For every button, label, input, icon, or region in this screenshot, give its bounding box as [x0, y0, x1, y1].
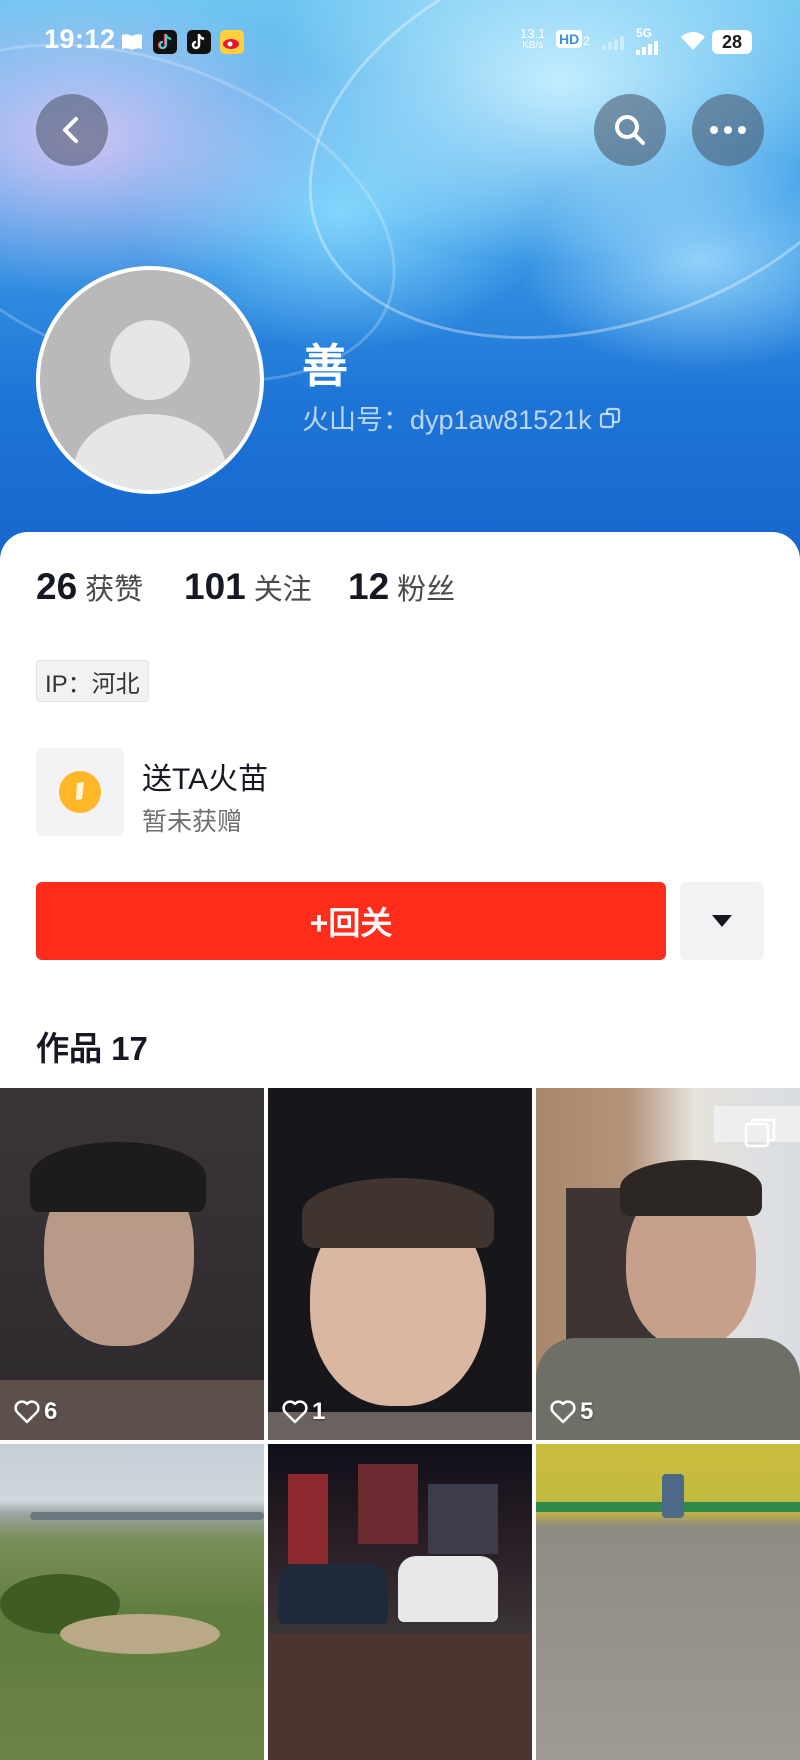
- heart-icon: [550, 1400, 576, 1424]
- weibo-icon: [220, 30, 244, 54]
- profile-name: 善: [302, 340, 348, 392]
- avatar-head: [110, 320, 190, 400]
- network-speed: 13.1 KB/s: [520, 26, 546, 51]
- tiktok-icon: [153, 30, 177, 54]
- caret-down-icon: [712, 915, 732, 927]
- fire-gift-button[interactable]: [36, 748, 124, 836]
- video-thumbnail[interactable]: 6: [0, 1088, 264, 1440]
- video-thumbnail[interactable]: [268, 1444, 532, 1760]
- works-section-title: 作品 17: [36, 1030, 148, 1067]
- like-count-value: 6: [44, 1398, 58, 1425]
- thumbnail-building: [428, 1484, 498, 1554]
- fire-gift-title[interactable]: 送TA火苗: [142, 754, 268, 798]
- signal-icon-dim: [602, 36, 624, 50]
- search-button[interactable]: [594, 94, 666, 166]
- video-thumbnail[interactable]: [0, 1444, 264, 1760]
- back-button[interactable]: [36, 94, 108, 166]
- thumbnail-sand: [60, 1614, 220, 1654]
- thumbnail-car: [398, 1556, 498, 1622]
- stat-value: 26: [36, 566, 78, 607]
- ip-location-badge: IP：河北: [36, 660, 149, 702]
- follow-dropdown-button[interactable]: [680, 882, 764, 960]
- stat-following[interactable]: 101 关注: [184, 566, 312, 608]
- like-count-value: 1: [312, 1398, 326, 1425]
- video-thumbnail[interactable]: 5: [536, 1088, 800, 1440]
- like-count: 5: [550, 1398, 593, 1426]
- tiktok-icon: [187, 30, 211, 54]
- thumbnail-bottle: [662, 1474, 684, 1518]
- avatar-body: [74, 414, 226, 490]
- stat-value: 12: [348, 566, 390, 607]
- fire-icon: [59, 771, 101, 813]
- search-icon: [615, 115, 645, 145]
- thumbnail-distant-shore: [30, 1512, 264, 1520]
- like-count: 1: [282, 1398, 325, 1426]
- status-time: 19:12: [44, 24, 116, 54]
- stat-likes: 26 获赞: [36, 566, 143, 608]
- fire-gift-subtitle: 暂未获赠: [142, 808, 243, 836]
- thumbnail-building: [288, 1474, 328, 1564]
- thumbnail-hair: [30, 1142, 206, 1212]
- like-count: 6: [14, 1398, 57, 1426]
- stat-label: 获赞: [85, 574, 144, 606]
- more-options-button[interactable]: [692, 94, 764, 166]
- heart-icon: [282, 1400, 308, 1424]
- heart-icon: [14, 1400, 40, 1424]
- stat-followers[interactable]: 12 粉丝: [348, 566, 455, 608]
- thumbnail-hair: [302, 1178, 494, 1248]
- thumbnail-pavement: [268, 1634, 532, 1760]
- follow-back-button[interactable]: +回关: [36, 882, 666, 960]
- wifi-icon: [680, 30, 706, 57]
- copy-icon[interactable]: [598, 406, 622, 430]
- like-count-value: 5: [580, 1398, 594, 1425]
- signal-icon: 5G: [636, 26, 658, 55]
- thumbnail-car: [278, 1564, 388, 1624]
- stat-value: 101: [184, 566, 246, 607]
- book-icon: [120, 30, 144, 54]
- back-icon: [63, 117, 78, 143]
- more-icon: [710, 126, 746, 134]
- avatar[interactable]: [36, 266, 264, 494]
- battery-level: 28: [712, 30, 752, 54]
- thumbnail-hair: [620, 1160, 762, 1216]
- multi-image-icon: [742, 1116, 780, 1155]
- stat-label: 粉丝: [397, 574, 456, 606]
- account-id: 火山号：dyp1aw81521k: [302, 405, 592, 435]
- video-thumbnail[interactable]: 1: [268, 1088, 532, 1440]
- stat-label: 关注: [253, 574, 312, 606]
- account-id-row[interactable]: 火山号：dyp1aw81521k: [302, 398, 622, 437]
- hd-indicator: HD 2: [556, 30, 590, 48]
- thumbnail-building: [358, 1464, 418, 1544]
- video-thumbnail[interactable]: [536, 1444, 800, 1760]
